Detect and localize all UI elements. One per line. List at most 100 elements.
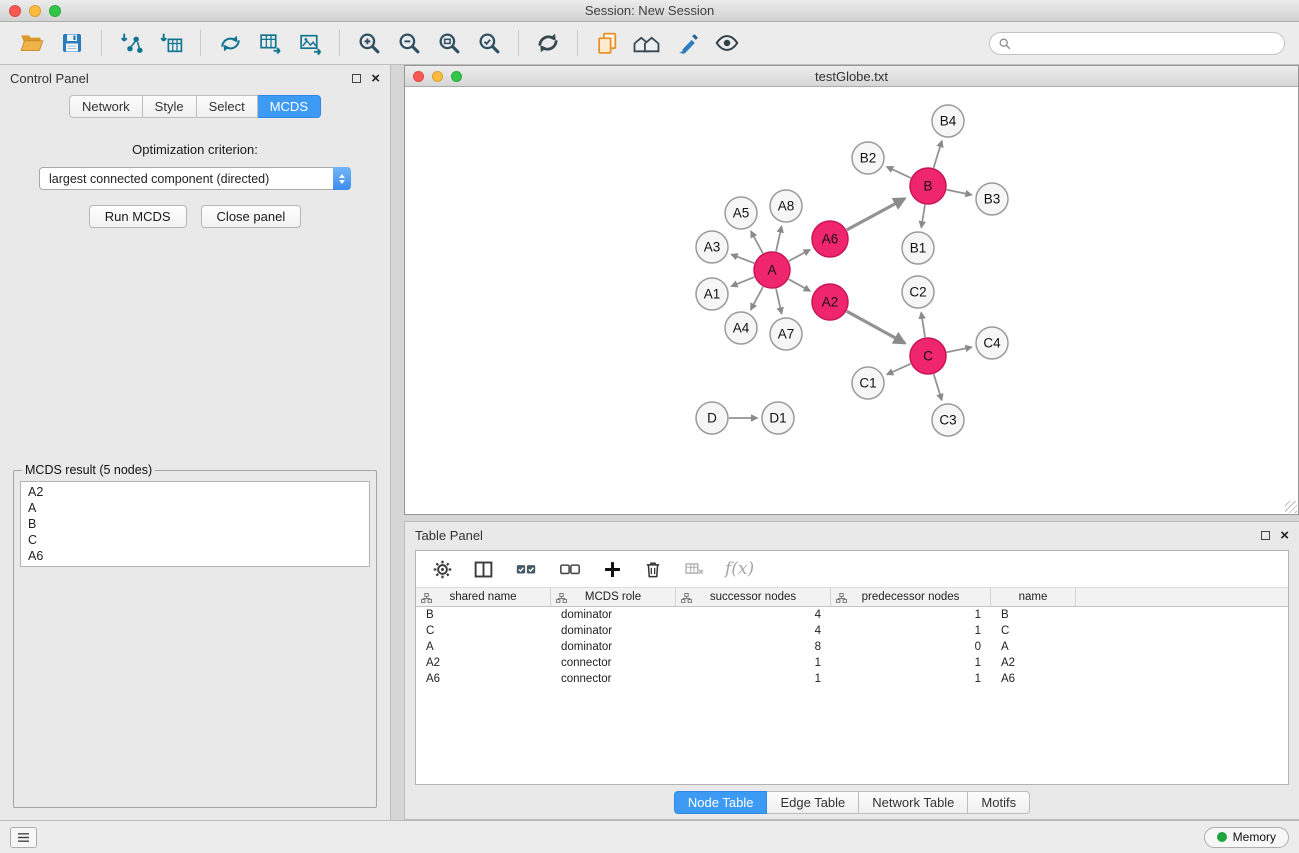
- apply-layout-button[interactable]: [530, 26, 566, 60]
- tab-style[interactable]: Style: [143, 95, 197, 118]
- minimize-window-icon[interactable]: [29, 5, 41, 17]
- search-field[interactable]: [989, 32, 1285, 55]
- tab-motifs[interactable]: Motifs: [968, 791, 1030, 814]
- search-input[interactable]: [1016, 36, 1276, 50]
- close-network-icon[interactable]: [413, 71, 424, 82]
- graph-node-A5[interactable]: A5: [725, 197, 757, 229]
- graph-edge-A6-B[interactable]: [847, 199, 905, 230]
- graph-edge-B-B4[interactable]: [934, 141, 942, 168]
- graph-node-C3[interactable]: C3: [932, 404, 964, 436]
- tab-mcds[interactable]: MCDS: [258, 95, 321, 118]
- copy-button[interactable]: [589, 26, 625, 60]
- graph-edge-C-C4[interactable]: [947, 347, 972, 352]
- graph-node-A8[interactable]: A8: [770, 190, 802, 222]
- table-row[interactable]: A2connector11A2: [416, 655, 1288, 671]
- graph-node-C[interactable]: C: [910, 338, 946, 374]
- graph-edge-A-A6[interactable]: [789, 250, 810, 261]
- table-row[interactable]: Adominator80A: [416, 639, 1288, 655]
- style-button[interactable]: [669, 26, 705, 60]
- result-item[interactable]: A6: [26, 548, 364, 564]
- float-table-panel-icon[interactable]: [1261, 531, 1270, 540]
- zoom-fit-button[interactable]: [431, 26, 467, 60]
- home-button[interactable]: [629, 26, 665, 60]
- graph-edge-A-A8[interactable]: [776, 226, 782, 251]
- graph-edge-A-A4[interactable]: [751, 287, 763, 310]
- graph-node-C1[interactable]: C1: [852, 367, 884, 399]
- mcds-result-list[interactable]: A2ABCA6: [20, 481, 370, 567]
- graph-edge-A2-C[interactable]: [847, 311, 905, 343]
- column-header-mcds-role[interactable]: MCDS role: [551, 588, 676, 606]
- graph-node-B[interactable]: B: [910, 168, 946, 204]
- tab-edge-table[interactable]: Edge Table: [767, 791, 859, 814]
- graph-node-A1[interactable]: A1: [696, 278, 728, 310]
- column-header-shared-name[interactable]: shared name: [416, 588, 551, 606]
- graph-edge-A-A5[interactable]: [751, 231, 763, 253]
- graph-edge-A-A1[interactable]: [731, 277, 754, 286]
- graph-node-A[interactable]: A: [754, 252, 790, 288]
- graph-node-B2[interactable]: B2: [852, 142, 884, 174]
- column-header-name[interactable]: name: [991, 588, 1076, 606]
- graph-edge-C-C1[interactable]: [887, 364, 911, 375]
- zoom-window-icon[interactable]: [49, 5, 61, 17]
- panel-toggle-button[interactable]: [10, 827, 37, 848]
- add-row-button[interactable]: [602, 559, 623, 580]
- select-all-button[interactable]: [514, 559, 538, 580]
- import-table-button[interactable]: [153, 26, 189, 60]
- result-item[interactable]: A2: [26, 484, 364, 500]
- graph-node-D[interactable]: D: [696, 402, 728, 434]
- tab-network-table[interactable]: Network Table: [859, 791, 968, 814]
- zoom-in-button[interactable]: [351, 26, 387, 60]
- resize-grip[interactable]: [1285, 501, 1297, 513]
- table-settings-button[interactable]: [432, 559, 453, 580]
- graph-edge-A-A2[interactable]: [789, 279, 811, 291]
- graph-edge-B-B1[interactable]: [921, 205, 925, 228]
- save-session-button[interactable]: [54, 26, 90, 60]
- column-header-successor-nodes[interactable]: successor nodes: [676, 588, 831, 606]
- graph-node-A2[interactable]: A2: [812, 284, 848, 320]
- result-item[interactable]: B: [26, 516, 364, 532]
- float-panel-icon[interactable]: [352, 74, 361, 83]
- graph-node-A4[interactable]: A4: [725, 312, 757, 344]
- minimize-network-icon[interactable]: [432, 71, 443, 82]
- graph-node-B1[interactable]: B1: [902, 232, 934, 264]
- export-image-button[interactable]: [292, 26, 328, 60]
- graph-node-C4[interactable]: C4: [976, 327, 1008, 359]
- delete-row-button[interactable]: [643, 559, 663, 580]
- open-session-button[interactable]: [14, 26, 50, 60]
- close-window-icon[interactable]: [9, 5, 21, 17]
- graph-edge-A-A7[interactable]: [776, 289, 782, 314]
- table-row[interactable]: A6connector11A6: [416, 671, 1288, 687]
- table-row[interactable]: Bdominator41B: [416, 607, 1288, 623]
- graph-node-D1[interactable]: D1: [762, 402, 794, 434]
- graph-edge-B-B3[interactable]: [947, 190, 972, 195]
- close-panel-button[interactable]: Close panel: [201, 205, 302, 228]
- tab-node-table[interactable]: Node Table: [674, 791, 768, 814]
- graph-node-A6[interactable]: A6: [812, 221, 848, 257]
- table-tools-button[interactable]: [252, 26, 288, 60]
- graph-edge-C-C2[interactable]: [921, 312, 925, 337]
- tab-network[interactable]: Network: [69, 95, 143, 118]
- criterion-dropdown[interactable]: largest connected component (directed): [39, 167, 351, 190]
- import-network-button[interactable]: [113, 26, 149, 60]
- run-mcds-button[interactable]: Run MCDS: [89, 205, 187, 228]
- tab-select[interactable]: Select: [197, 95, 258, 118]
- memory-button[interactable]: Memory: [1204, 827, 1289, 848]
- graph-node-B4[interactable]: B4: [932, 105, 964, 137]
- close-panel-icon[interactable]: ×: [371, 71, 380, 86]
- zoom-network-icon[interactable]: [451, 71, 462, 82]
- graph-edge-A-A3[interactable]: [731, 254, 754, 263]
- deselect-all-button[interactable]: [558, 559, 582, 580]
- show-columns-button[interactable]: [473, 559, 494, 580]
- network-canvas[interactable]: AA6A2BCA5A8A3A1A4A7B2B4B3B1C2C4C1C3DD1: [405, 87, 1298, 514]
- network-tools-button[interactable]: [212, 26, 248, 60]
- graph-edge-C-C3[interactable]: [934, 374, 942, 400]
- graph-node-A3[interactable]: A3: [696, 231, 728, 263]
- graph-edge-B-B2[interactable]: [887, 167, 911, 178]
- result-item[interactable]: A: [26, 500, 364, 516]
- table-row[interactable]: Cdominator41C: [416, 623, 1288, 639]
- graph-node-A7[interactable]: A7: [770, 318, 802, 350]
- result-item[interactable]: C: [26, 532, 364, 548]
- column-header-predecessor-nodes[interactable]: predecessor nodes: [831, 588, 991, 606]
- close-table-panel-icon[interactable]: ×: [1280, 528, 1289, 543]
- graph-node-B3[interactable]: B3: [976, 183, 1008, 215]
